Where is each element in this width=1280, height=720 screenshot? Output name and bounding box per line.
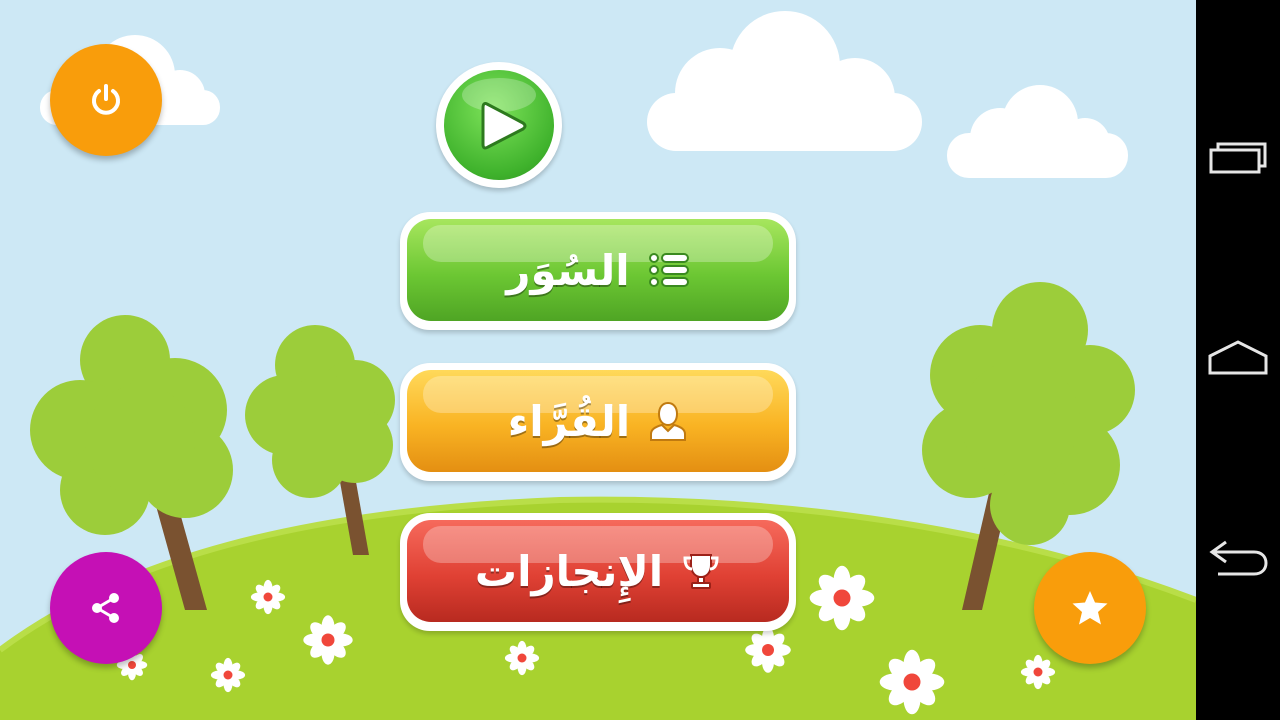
rate-button[interactable] bbox=[1034, 552, 1146, 664]
achievements-button[interactable]: الإِنجازات bbox=[400, 513, 796, 631]
system-nav-bar bbox=[1196, 0, 1280, 720]
star-icon bbox=[1072, 591, 1108, 625]
recent-apps-icon bbox=[1209, 142, 1267, 174]
back-icon bbox=[1209, 540, 1268, 576]
power-button[interactable] bbox=[50, 44, 162, 156]
achievements-label: الإِنجازات bbox=[474, 546, 664, 596]
surahs-label: السُوَر bbox=[506, 245, 630, 295]
recent-apps-button[interactable] bbox=[1196, 140, 1280, 176]
person-icon bbox=[648, 400, 688, 442]
play-icon bbox=[481, 102, 527, 150]
share-button[interactable] bbox=[50, 552, 162, 664]
surahs-button[interactable]: السُوَر bbox=[400, 212, 796, 330]
play-button[interactable] bbox=[436, 62, 562, 188]
home-icon bbox=[1208, 340, 1268, 375]
reciters-button[interactable]: القُرَّاء bbox=[400, 363, 796, 481]
list-icon bbox=[648, 251, 690, 289]
trophy-icon bbox=[681, 551, 721, 591]
back-button[interactable] bbox=[1196, 538, 1280, 578]
power-icon bbox=[92, 84, 120, 115]
reciters-label: القُرَّاء bbox=[507, 396, 631, 446]
share-icon bbox=[92, 593, 119, 623]
home-button[interactable] bbox=[1196, 338, 1280, 378]
game-scene: السُوَر القُرَّاء الإِنجازات bbox=[0, 0, 1196, 720]
